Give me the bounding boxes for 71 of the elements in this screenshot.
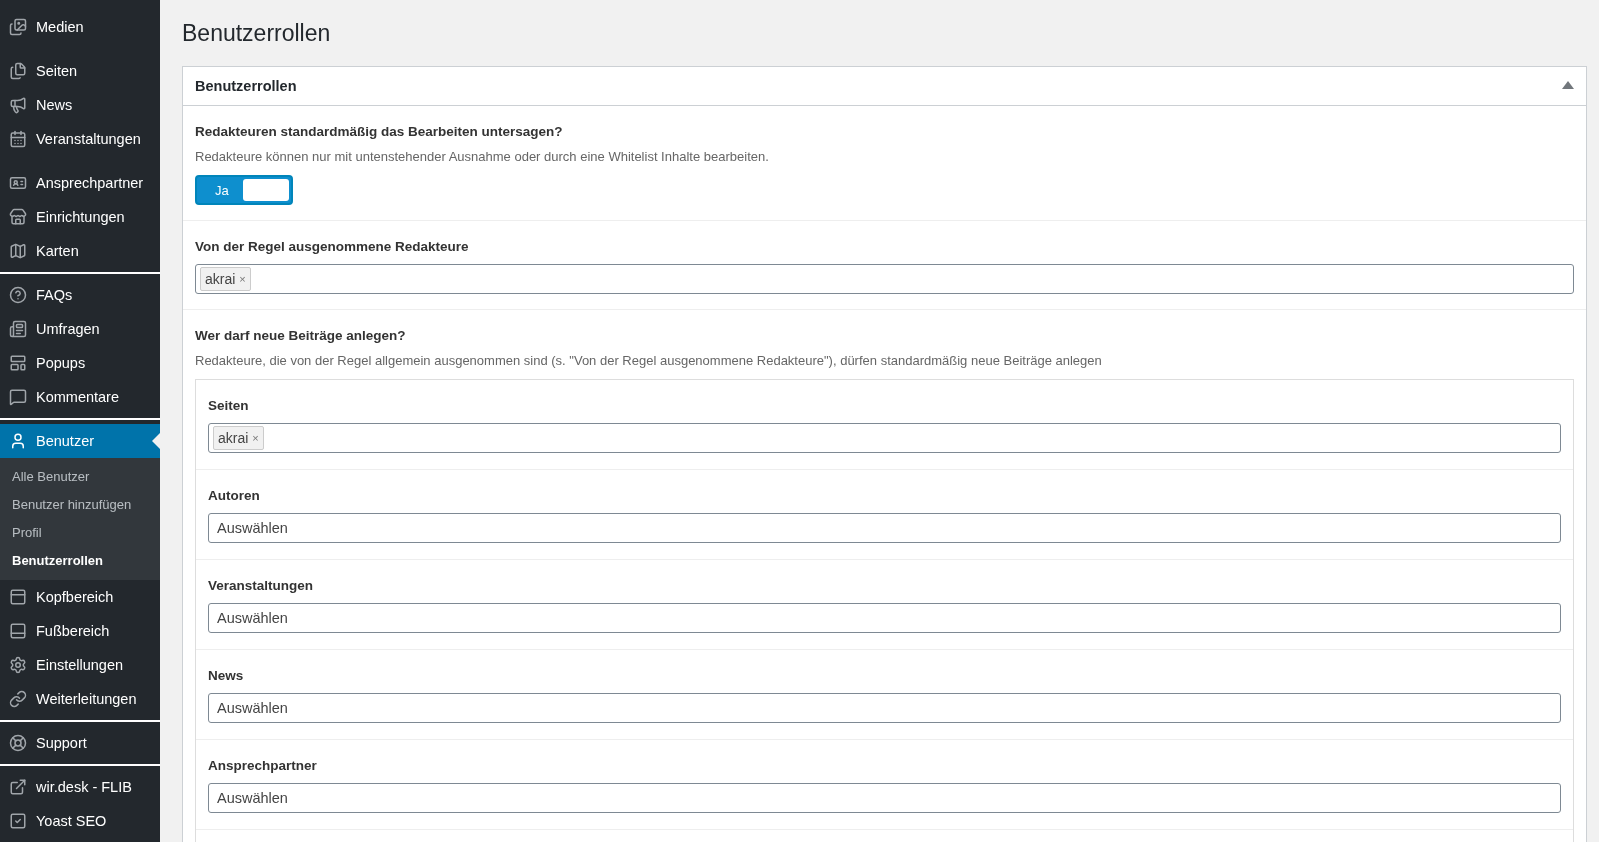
- field-label: Seiten: [208, 398, 250, 413]
- collapse-icon[interactable]: [1562, 81, 1574, 91]
- toggle-switch[interactable]: Ja: [195, 175, 293, 205]
- sidebar-item[interactable]: Weiterleitungen: [0, 682, 160, 716]
- field-description: Redakteure können nur mit untenstehender Ausnahme oder durch eine Whitelist Inhalte bearbeiten.: [195, 149, 770, 164]
- sidebar-item[interactable]: Support: [0, 726, 160, 760]
- remove-icon[interactable]: ×: [239, 273, 246, 285]
- tag: akrai ×: [213, 426, 264, 450]
- external-link-icon: [9, 778, 27, 796]
- field-label: Ansprechpartner: [208, 758, 318, 773]
- panel-bottom-icon: [9, 622, 27, 640]
- megaphone-icon: [9, 96, 27, 114]
- sidebar-item[interactable]: Fußbereich: [0, 614, 160, 648]
- select-field[interactable]: akrai ×: [208, 423, 1561, 453]
- field-label: Veranstaltungen: [208, 578, 315, 593]
- calendar-icon: [9, 130, 27, 148]
- field-label: Wer darf neue Beiträge anlegen?: [195, 328, 407, 343]
- sidebar-item[interactable]: FAQs: [0, 278, 160, 312]
- sidebar-item[interactable]: wir.desk - FLIB: [0, 770, 160, 804]
- user-icon: [9, 432, 27, 450]
- sidebar-item[interactable]: Umfragen: [0, 312, 160, 346]
- select-field[interactable]: Auswählen: [208, 693, 1561, 723]
- field-label: News: [208, 668, 245, 683]
- remove-icon[interactable]: ×: [252, 432, 259, 444]
- sidebar-item[interactable]: Popups: [0, 346, 160, 380]
- sidebar-item[interactable]: Benutzer: [0, 424, 160, 458]
- sidebar-item[interactable]: News: [0, 88, 160, 122]
- link-icon: [9, 690, 27, 708]
- field-label: Von der Regel ausgenommene Redakteure: [195, 239, 470, 254]
- panel-top-icon: [9, 588, 27, 606]
- submenu-item[interactable]: Benutzer hinzufügen: [0, 490, 160, 518]
- sidebar-item[interactable]: Ansprechpartner: [0, 166, 160, 200]
- comment-icon: [9, 388, 27, 406]
- submenu-item[interactable]: Profil: [0, 518, 160, 546]
- lifebuoy-icon: [9, 734, 27, 752]
- field-label: Redakteuren standardmäßig das Bearbeiten untersagen?: [195, 124, 564, 139]
- sidebar-item[interactable]: Kopfbereich: [0, 580, 160, 614]
- field-label: Autoren: [208, 488, 261, 503]
- search-input[interactable]: Auswählen: [213, 790, 1556, 806]
- newspaper-icon: [9, 320, 27, 338]
- help-icon: [9, 286, 27, 304]
- select-field[interactable]: akrai ×: [195, 264, 1574, 294]
- pointer-notch: [152, 433, 160, 449]
- sidebar-item[interactable]: Yoast SEO: [0, 804, 160, 838]
- sidebar-item[interactable]: Medien: [0, 10, 160, 44]
- tag: akrai ×: [200, 267, 251, 291]
- layout-icon: [9, 354, 27, 372]
- sidebar-item[interactable]: Einstellungen: [0, 648, 160, 682]
- images-icon: [9, 18, 27, 36]
- submenu-item[interactable]: Alle Benutzer: [0, 462, 160, 490]
- id-card-icon: [9, 174, 27, 192]
- sidebar-item[interactable]: Karten: [0, 234, 160, 268]
- sidebar-item[interactable]: Kommentare: [0, 380, 160, 414]
- sidebar-item[interactable]: Veranstaltungen: [0, 122, 160, 156]
- map-icon: [9, 242, 27, 260]
- panel-title: Benutzerrollen: [195, 78, 297, 94]
- select-field[interactable]: Auswählen: [208, 603, 1561, 633]
- store-icon: [9, 208, 27, 226]
- select-field[interactable]: Auswählen: [208, 513, 1561, 543]
- field-description: Redakteure, die von der Regel allgemein ausgenommen sind (s. "Von der Regel ausgenommene Redakteure"), dürfen standardmäßig neue Beiträge anlegen: [195, 353, 1103, 368]
- pages-icon: [9, 62, 27, 80]
- page-title: Benutzerrollen: [182, 19, 332, 48]
- select-field[interactable]: Auswählen: [208, 783, 1561, 813]
- settings-icon: [9, 656, 27, 674]
- submenu-item[interactable]: Benutzerrollen: [0, 546, 160, 574]
- search-input[interactable]: Auswählen: [213, 700, 1556, 716]
- search-input[interactable]: Auswählen: [213, 610, 1556, 626]
- sidebar-item[interactable]: Seiten: [0, 54, 160, 88]
- search-input[interactable]: Auswählen: [213, 520, 1556, 536]
- check-square-icon: [9, 812, 27, 830]
- sidebar-item[interactable]: Einrichtungen: [0, 200, 160, 234]
